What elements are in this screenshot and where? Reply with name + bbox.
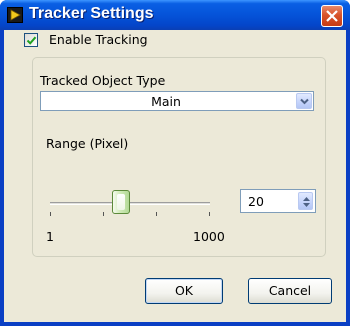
slider-tick xyxy=(156,212,157,216)
close-button[interactable] xyxy=(321,5,343,27)
range-slider-thumb[interactable] xyxy=(112,190,130,214)
range-value-stepper[interactable]: 20 xyxy=(240,189,316,213)
up-down-arrows-icon xyxy=(303,197,310,207)
slider-tick xyxy=(50,212,51,216)
tracker-settings-window: Tracker Settings Enable Tracking Tracked… xyxy=(0,0,350,326)
enable-tracking-checkbox[interactable] xyxy=(24,33,38,47)
title-bar[interactable]: Tracker Settings xyxy=(0,0,350,30)
ok-button[interactable]: OK xyxy=(145,278,223,304)
tracked-object-type-label: Tracked Object Type xyxy=(40,73,166,88)
range-min-label: 1 xyxy=(46,229,54,244)
dropdown-arrow-button[interactable] xyxy=(296,93,312,109)
tracked-object-type-select[interactable]: Main xyxy=(40,91,314,111)
slider-tick xyxy=(209,212,210,216)
cancel-button[interactable]: Cancel xyxy=(248,278,332,304)
window-title: Tracker Settings xyxy=(29,5,154,22)
range-value: 20 xyxy=(248,194,264,209)
slider-tick xyxy=(103,212,104,216)
stepper-buttons[interactable] xyxy=(298,192,313,210)
enable-tracking-label: Enable Tracking xyxy=(49,32,148,47)
close-icon xyxy=(326,10,338,22)
tracked-object-type-value: Main xyxy=(151,94,181,109)
chevron-down-icon xyxy=(300,98,309,105)
checkmark-icon xyxy=(26,36,37,45)
range-slider-track[interactable] xyxy=(50,202,210,205)
range-max-label: 1000 xyxy=(193,229,225,244)
labview-app-icon xyxy=(7,7,23,23)
range-label: Range (Pixel) xyxy=(46,136,129,151)
